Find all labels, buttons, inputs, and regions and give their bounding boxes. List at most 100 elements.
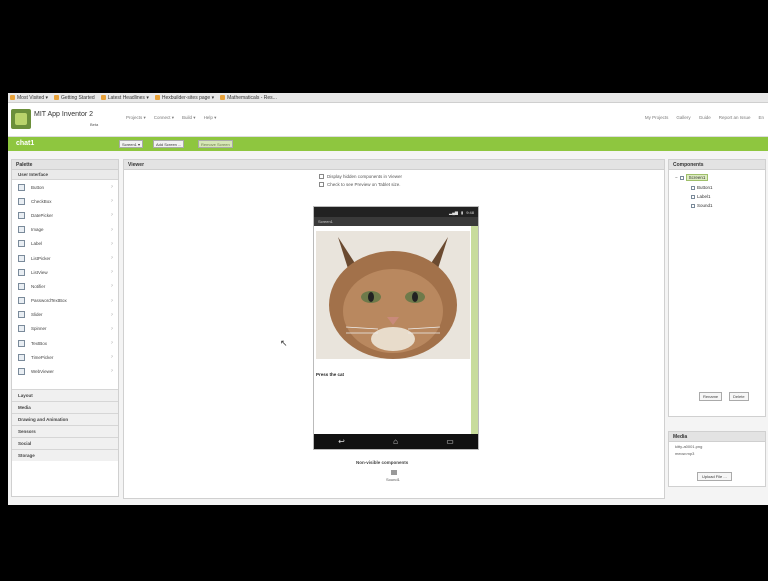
palette-item-checkbox[interactable]: CheckBox? — [12, 194, 118, 208]
menu-connect[interactable]: Connect ▾ — [154, 115, 174, 121]
help-icon[interactable]: ? — [111, 354, 113, 359]
rss-icon — [100, 95, 106, 100]
tree-item-sound1[interactable]: Sound1 — [691, 203, 713, 208]
help-icon[interactable]: ? — [111, 340, 113, 345]
video-letterbox-bottom — [0, 505, 768, 581]
upload-file-button[interactable]: Upload File ... — [697, 472, 732, 481]
menu-help[interactable]: Help ▾ — [204, 115, 217, 121]
link-my-projects[interactable]: My Projects — [645, 115, 669, 120]
tree-item-button1[interactable]: Button1 — [691, 185, 713, 190]
palette-item-listpicker[interactable]: ListPicker? — [12, 251, 118, 265]
browser-screen: Most Visited ▾ Getting Started Latest He… — [8, 93, 768, 505]
drawer-storage[interactable]: Storage — [12, 448, 118, 461]
tablet-preview-checkbox[interactable] — [319, 182, 324, 187]
help-icon[interactable]: ? — [111, 283, 113, 288]
bookmark-most-visited[interactable]: Most Visited ▾ — [10, 95, 48, 101]
palette-item-passwordtextbox[interactable]: PasswordTextBox? — [12, 294, 118, 308]
palette-item-listview[interactable]: ListView? — [12, 265, 118, 279]
palette-item-webviewer[interactable]: WebViewer? — [12, 364, 118, 378]
link-gallery[interactable]: Gallery — [676, 115, 690, 120]
warning-icon — [18, 282, 25, 290]
help-icon[interactable]: ? — [111, 298, 113, 303]
help-icon[interactable]: ? — [111, 227, 113, 232]
display-hidden-option[interactable]: Display hidden components in Viewer — [319, 174, 402, 179]
phone-preview: ▂▄▆ ▮ 9:48 Screen1 Press the cat ↩ ⌂ ▭ — [313, 206, 479, 450]
palette-item-datepicker[interactable]: DatePicker? — [12, 208, 118, 222]
label1-text[interactable]: Press the cat — [316, 372, 344, 377]
media-file-kitty[interactable]: kitty-a0001.png — [669, 442, 765, 451]
tablet-preview-label: Check to see Preview on Tablet size. — [327, 182, 401, 187]
palette-item-image[interactable]: Image? — [12, 223, 118, 237]
rename-button[interactable]: Rename — [699, 392, 723, 401]
bookmark-label: Hexbuilder-sites page ▾ — [161, 94, 215, 101]
cat-button-image[interactable] — [316, 231, 470, 359]
palette-item-label[interactable]: Label? — [12, 237, 118, 251]
screen-scroll-edge — [471, 226, 478, 434]
components-panel: Components − Screen1 Button1 Label1 Soun… — [668, 159, 766, 417]
palette-item-spinner[interactable]: Spinner? — [12, 322, 118, 336]
tree-label: Screen1 — [685, 174, 709, 181]
drawer-media[interactable]: Media — [12, 400, 118, 413]
help-icon[interactable]: ? — [111, 241, 113, 246]
language-selector[interactable]: En — [758, 115, 764, 120]
add-screen-button[interactable]: Add Screen ... — [153, 140, 185, 148]
palette-item-label: PasswordTextBox — [31, 298, 67, 304]
menu-build[interactable]: Build ▾ — [182, 115, 196, 121]
tablet-preview-option[interactable]: Check to see Preview on Tablet size. — [319, 182, 400, 187]
bookmark-latest-headlines[interactable]: Latest Headlines ▾ — [100, 95, 149, 101]
help-icon[interactable]: ? — [111, 255, 113, 260]
bookmark-hexbuilder[interactable]: Hexbuilder-sites page ▾ — [154, 94, 215, 101]
battery-icon: ▮ — [461, 209, 464, 215]
app-inventor-logo[interactable] — [11, 109, 31, 129]
link-report-issue[interactable]: Report an Issue — [719, 115, 751, 120]
signal-icon: ▂▄▆ — [449, 209, 458, 215]
remove-screen-button[interactable]: Remove Screen — [198, 140, 233, 148]
link-guide[interactable]: Guide — [699, 115, 711, 120]
back-icon: ↩ — [338, 437, 345, 446]
tree-label: Button1 — [697, 185, 713, 190]
screen-icon — [679, 175, 684, 180]
drawer-social[interactable]: Social — [12, 436, 118, 449]
collapse-icon[interactable]: − — [675, 175, 678, 180]
display-hidden-checkbox[interactable] — [319, 174, 324, 179]
palette-item-notifier[interactable]: Notifier? — [12, 279, 118, 293]
palette-item-label: Image — [31, 227, 44, 233]
palette-item-slider[interactable]: Slider? — [12, 308, 118, 322]
palette-item-label: Label — [31, 241, 43, 247]
help-icon[interactable]: ? — [111, 368, 113, 373]
palette-category-user-interface[interactable]: User Interface — [12, 170, 118, 180]
bookmark-label: Most Visited ▾ — [17, 94, 49, 101]
slider-icon — [18, 311, 25, 319]
drawer-drawing-animation[interactable]: Drawing and Animation — [12, 412, 118, 425]
tree-label: Sound1 — [697, 203, 713, 208]
help-icon[interactable]: ? — [111, 312, 113, 317]
delete-button[interactable]: Delete — [729, 392, 749, 401]
screen-select-button[interactable]: Screen1 ▾ — [119, 140, 144, 148]
tree-item-label1[interactable]: Label1 — [691, 194, 713, 199]
palette-item-timepicker[interactable]: TimePicker? — [12, 350, 118, 364]
screen-canvas[interactable]: Press the cat — [314, 226, 471, 434]
palette-item-textbox[interactable]: TextBox? — [12, 336, 118, 350]
drawer-sensors[interactable]: Sensors — [12, 424, 118, 437]
sound1-label: Sound1 — [386, 477, 400, 482]
project-toolbar: chat1 Screen1 ▾ Add Screen ... Remove Sc… — [8, 137, 768, 151]
help-icon[interactable]: ? — [111, 269, 113, 274]
viewer-panel: Viewer Display hidden components in View… — [123, 159, 665, 499]
help-icon[interactable]: ? — [111, 212, 113, 217]
palette-item-button[interactable]: Button? — [12, 180, 118, 194]
help-icon[interactable]: ? — [111, 326, 113, 331]
globe-icon — [18, 368, 25, 376]
palette-item-label: Slider — [31, 312, 43, 318]
bookmark-icon — [10, 95, 15, 100]
bookmark-mathematicals[interactable]: Mathematicals - Res... — [220, 95, 277, 101]
drawer-layout[interactable]: Layout — [12, 388, 118, 401]
sound-icon[interactable] — [391, 470, 397, 475]
help-icon[interactable]: ? — [111, 184, 113, 189]
bookmark-getting-started[interactable]: Getting Started — [54, 95, 95, 101]
tree-item-screen1[interactable]: − Screen1 — [675, 174, 713, 181]
help-icon[interactable]: ? — [111, 198, 113, 203]
media-file-meow[interactable]: meow.mp3 — [669, 451, 765, 458]
app-header: MIT App Inventor 2 Beta Projects ▾ Conne… — [8, 103, 768, 137]
top-menu: Projects ▾ Connect ▾ Build ▾ Help ▾ — [126, 115, 216, 121]
menu-projects[interactable]: Projects ▾ — [126, 115, 146, 121]
